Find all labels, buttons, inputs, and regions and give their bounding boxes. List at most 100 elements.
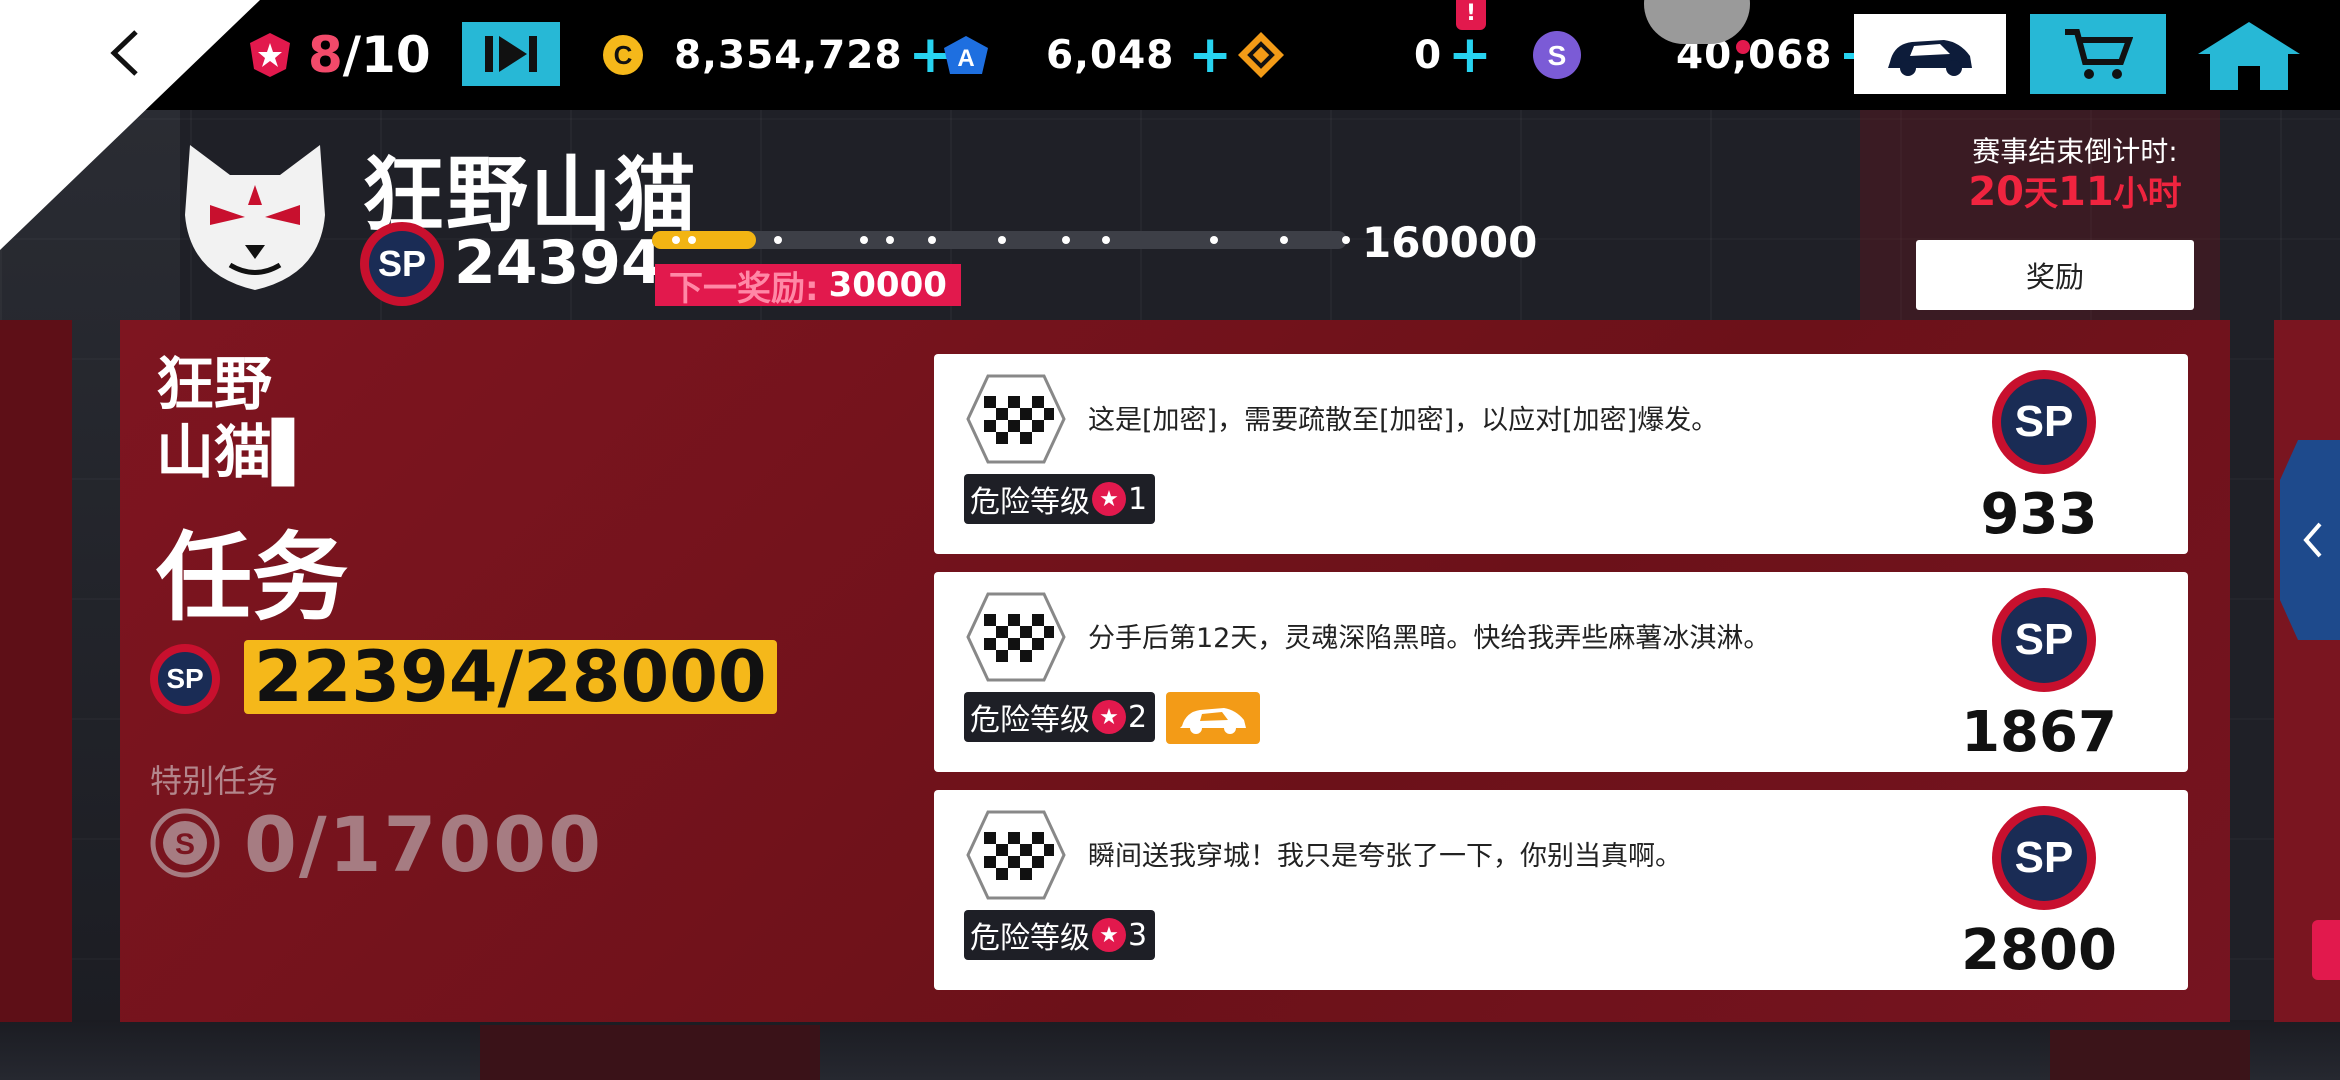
- milestone-dot: [1342, 236, 1350, 244]
- milestone-dot: [998, 236, 1006, 244]
- mission-card-1[interactable]: 这是[加密]，需要疏散至[加密]，以应对[加密]爆发。 危险等级 ★ 1 SP …: [934, 354, 2188, 554]
- special-mission-label: 特别任务: [150, 762, 279, 800]
- danger-level-value: 3: [1128, 917, 1148, 953]
- credits-value: 8,354,728: [674, 32, 903, 78]
- mission-score: 22394/28000: [244, 636, 777, 718]
- checkered-flag-icon: [966, 592, 1066, 682]
- garage-button[interactable]: [1854, 14, 2006, 94]
- heat-max: /10: [342, 26, 431, 84]
- rewards-button[interactable]: 奖励: [1916, 240, 2194, 310]
- danger-level-label: 危险等级: [970, 485, 1090, 520]
- heat-shield-icon: [250, 33, 290, 77]
- skip-button[interactable]: [462, 22, 560, 86]
- home-button[interactable]: [2192, 20, 2306, 92]
- sponsor-coin-icon: S: [1533, 31, 1581, 79]
- background-bottom-accent-2: [480, 1025, 820, 1080]
- side-drawer-tab[interactable]: [2280, 440, 2340, 640]
- cart-icon: [2065, 29, 2133, 79]
- previous-card-edge[interactable]: [0, 320, 72, 1022]
- danger-level-label: 危险等级: [970, 703, 1090, 738]
- milestone-dot: [928, 236, 936, 244]
- tokens-icon: A: [944, 36, 988, 74]
- milestone-dot: [886, 236, 894, 244]
- milestone-dot: [1062, 236, 1070, 244]
- reward-sp-icon: SP: [1992, 806, 2096, 910]
- blueprint-currency: [1236, 0, 1286, 110]
- mission-reward: 1867: [1961, 700, 2117, 765]
- credits-counter: C 8,354,728 +: [602, 0, 952, 110]
- reward-sp-icon: SP: [1992, 588, 2096, 692]
- tokens-value: 6,048: [1046, 32, 1175, 78]
- special-mission-score: 0/17000: [244, 800, 604, 889]
- svg-text:S: S: [1548, 40, 1567, 71]
- milestone-dot: [774, 236, 782, 244]
- panel-sp-icon: SP: [150, 644, 220, 714]
- countdown-hours-unit: 小时: [2113, 174, 2182, 214]
- danger-level-value: 1: [1128, 481, 1148, 517]
- countdown-value: 20天11小时: [1940, 166, 2210, 215]
- mission-reward: 2800: [1961, 918, 2117, 983]
- mission-reward: 933: [1980, 482, 2098, 547]
- car-icon: [1180, 708, 1246, 734]
- background-bottom: [0, 1020, 2340, 1080]
- svg-text:S: S: [175, 828, 195, 861]
- add-misc-button[interactable]: +: [1448, 29, 1492, 81]
- car-requirement-tag[interactable]: [1166, 692, 1260, 744]
- mission-description: 瞬间送我穿城！我只是夸张了一下，你别当真啊。: [1088, 841, 1682, 872]
- tokens-counter: A 6,048 +: [942, 0, 1232, 110]
- heat-current: 8: [308, 26, 343, 84]
- svg-text:C: C: [614, 40, 633, 70]
- mission-card-2[interactable]: 分手后第12天，灵魂深陷黑暗。快给我弄些麻薯冰淇淋。 危险等级 ★ 2 SP 1…: [934, 572, 2188, 772]
- danger-level-label: 危险等级: [970, 921, 1090, 956]
- special-sp-icon: S: [150, 808, 220, 878]
- event-emblem: [170, 135, 340, 295]
- danger-level-badge: 危险等级 ★ 2: [964, 692, 1156, 742]
- add-tokens-button[interactable]: +: [1188, 29, 1232, 81]
- next-reward-badge: 下一奖励: 30000: [655, 264, 961, 309]
- notification-dot: [1736, 40, 1750, 54]
- star-icon: ★: [1092, 700, 1126, 734]
- sp-icon: SP: [360, 222, 444, 306]
- danger-level-badge: 危险等级 ★ 3: [964, 910, 1156, 960]
- car-icon: [1888, 40, 1972, 76]
- back-arrow-icon[interactable]: [100, 28, 150, 78]
- panel-title-line1: 狂野: [156, 350, 273, 418]
- checkered-flag-icon: [966, 810, 1066, 900]
- home-icon: [2198, 22, 2300, 90]
- star-icon: ★: [1092, 918, 1126, 952]
- mission-description: 这是[加密]，需要疏散至[加密]，以应对[加密]爆发。: [1088, 405, 1719, 436]
- danger-level-badge: 危险等级 ★ 1: [964, 474, 1156, 524]
- next-reward-label: 下一奖励:: [669, 268, 819, 309]
- sponsor-coin-icon: S: [150, 808, 220, 878]
- milestone-dot: [1280, 236, 1288, 244]
- event-progress-fill: [652, 231, 757, 249]
- event-score: 24394: [454, 228, 663, 298]
- danger-level-value: 2: [1128, 699, 1148, 735]
- event-progress-track: [652, 231, 1350, 249]
- mission-card-3[interactable]: 瞬间送我穿城！我只是夸张了一下，你别当真啊。 危险等级 ★ 3 SP 2800: [934, 790, 2188, 990]
- chevron-left-icon: [2303, 522, 2322, 558]
- background-bottom-accent: [2050, 1030, 2250, 1080]
- svg-text:A: A: [957, 45, 974, 72]
- lock-icon: [2312, 920, 2340, 980]
- checkered-flag-icon: [966, 374, 1066, 464]
- skip-icon: [485, 36, 537, 72]
- misc-value: 0: [1414, 32, 1443, 78]
- mission-description: 分手后第12天，灵魂深陷黑暗。快给我弄些麻薯冰淇淋。: [1088, 623, 1771, 654]
- star-icon: ★: [1092, 482, 1126, 516]
- lynx-emblem-icon: [185, 145, 325, 290]
- panel-title-line2: 山猫▌: [156, 418, 317, 486]
- next-card-edge[interactable]: [2274, 320, 2340, 1022]
- shop-button[interactable]: [2030, 14, 2166, 94]
- diamond-coin-icon: [1238, 32, 1284, 78]
- milestone-dot: [688, 236, 696, 244]
- milestone-dot: [860, 236, 868, 244]
- milestone-dot: [1210, 236, 1218, 244]
- panel-subtitle: 任务: [156, 522, 348, 634]
- milestone-dot: [672, 236, 680, 244]
- countdown-days: 20: [1968, 169, 2024, 215]
- heat-counter: 8 /10: [246, 0, 431, 110]
- countdown-days-unit: 天: [2024, 174, 2058, 214]
- event-progress-max: 160000: [1362, 218, 1538, 267]
- next-reward-value: 30000: [828, 265, 947, 305]
